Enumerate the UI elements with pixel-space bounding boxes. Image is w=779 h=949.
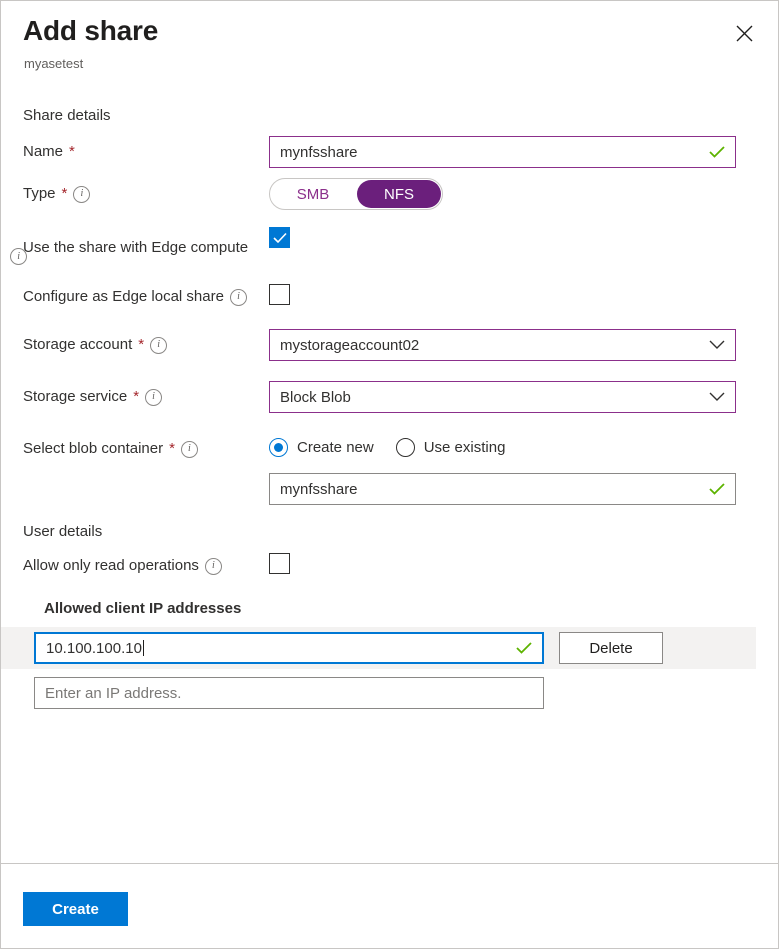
required-asterisk: * — [133, 390, 139, 404]
chevron-down-icon — [709, 340, 725, 350]
info-icon[interactable]: i — [10, 248, 27, 265]
label-blob-container: Select blob container * i — [1, 433, 269, 459]
required-asterisk: * — [62, 187, 68, 201]
checkmark-icon — [273, 232, 287, 244]
field-edge-compute — [269, 224, 778, 249]
row-edge-compute: Use the share with Edge compute i — [1, 224, 778, 265]
page-subtitle: myasetest — [24, 56, 83, 71]
valid-check-icon — [709, 482, 725, 496]
name-input-value: mynfsshare — [270, 144, 709, 161]
row-blob-container: Select blob container * i Create new Use… — [1, 433, 778, 465]
required-asterisk: * — [69, 145, 75, 159]
blob-container-name-value: mynfsshare — [270, 481, 709, 498]
info-icon[interactable]: i — [205, 558, 222, 575]
label-blob-container-name-spacer — [1, 473, 269, 479]
info-icon[interactable]: i — [150, 337, 167, 354]
row-edge-local: Configure as Edge local share i — [1, 281, 778, 313]
label-read-only-text: Allow only read operations — [23, 556, 199, 576]
footer-divider — [1, 863, 778, 864]
storage-account-dropdown[interactable]: mystorageaccount02 — [269, 329, 736, 361]
required-asterisk: * — [138, 338, 144, 352]
edge-compute-checkbox[interactable] — [269, 227, 290, 248]
label-type: Type * i — [1, 178, 269, 204]
field-blob-container-name: mynfsshare — [269, 473, 778, 505]
user-details-heading: User details — [23, 523, 778, 540]
chevron-down-icon — [709, 392, 725, 402]
type-option-smb[interactable]: SMB — [271, 180, 355, 208]
label-edge-compute: Use the share with Edge compute i — [1, 224, 269, 265]
label-storage-account: Storage account * i — [1, 329, 269, 355]
info-icon[interactable]: i — [145, 389, 162, 406]
info-icon[interactable]: i — [73, 186, 90, 203]
type-option-nfs[interactable]: NFS — [357, 180, 441, 208]
row-read-only: Allow only read operations i — [1, 550, 778, 582]
info-icon[interactable]: i — [181, 441, 198, 458]
field-name: mynfsshare — [269, 136, 778, 168]
radio-option-create-new[interactable]: Create new — [269, 438, 374, 457]
field-type: SMB NFS — [269, 178, 778, 210]
row-blob-container-name: mynfsshare — [1, 473, 778, 505]
ip-address-value: 10.100.100.10 — [36, 640, 516, 657]
field-storage-service: Block Blob — [269, 381, 778, 413]
ip-new-entry-row: Enter an IP address. — [1, 677, 778, 709]
field-edge-local — [269, 281, 778, 310]
field-read-only — [269, 550, 778, 579]
blob-container-radio-group: Create new Use existing — [269, 433, 778, 457]
label-read-only: Allow only read operations i — [1, 550, 269, 576]
close-icon — [736, 25, 753, 42]
label-edge-compute-text: Use the share with Edge compute — [23, 238, 248, 258]
add-share-form: Share details Name * mynfsshare — [1, 107, 778, 709]
storage-account-value: mystorageaccount02 — [270, 337, 709, 354]
row-storage-account: Storage account * i mystorageaccount02 — [1, 329, 778, 361]
label-storage-account-text: Storage account — [23, 335, 132, 355]
allowed-ip-block: Allowed client IP addresses 10.100.100.1… — [1, 600, 778, 709]
radio-option-use-existing[interactable]: Use existing — [396, 438, 506, 457]
name-input[interactable]: mynfsshare — [269, 136, 736, 168]
field-storage-account: mystorageaccount02 — [269, 329, 778, 361]
radio-create-new-label: Create new — [297, 439, 374, 456]
create-button[interactable]: Create — [23, 892, 128, 926]
storage-service-value: Block Blob — [270, 389, 709, 406]
add-share-panel: Add share myasetest Share details Name *… — [0, 0, 779, 949]
required-asterisk: * — [169, 442, 175, 456]
new-ip-address-input[interactable]: Enter an IP address. — [34, 677, 544, 709]
close-button[interactable] — [728, 17, 760, 49]
allowed-ip-heading: Allowed client IP addresses — [44, 600, 778, 617]
radio-create-new[interactable] — [269, 438, 288, 457]
label-edge-local: Configure as Edge local share i — [1, 281, 269, 307]
row-name: Name * mynfsshare — [1, 136, 778, 168]
label-blob-container-text: Select blob container — [23, 439, 163, 459]
delete-ip-button[interactable]: Delete — [559, 632, 663, 664]
row-type: Type * i SMB NFS — [1, 178, 778, 210]
type-toggle[interactable]: SMB NFS — [269, 178, 443, 210]
ip-address-input[interactable]: 10.100.100.10 — [34, 632, 544, 664]
read-only-checkbox[interactable] — [269, 553, 290, 574]
storage-service-dropdown[interactable]: Block Blob — [269, 381, 736, 413]
blob-container-name-input[interactable]: mynfsshare — [269, 473, 736, 505]
ip-entry-row: 10.100.100.10 Delete — [1, 627, 756, 669]
field-blob-container: Create new Use existing — [269, 433, 778, 457]
new-ip-placeholder: Enter an IP address. — [35, 685, 191, 702]
radio-use-existing-label: Use existing — [424, 439, 506, 456]
panel-header: Add share myasetest — [1, 1, 778, 93]
radio-use-existing[interactable] — [396, 438, 415, 457]
label-storage-service-text: Storage service — [23, 387, 127, 407]
page-title: Add share — [23, 15, 158, 47]
share-details-heading: Share details — [23, 107, 778, 124]
label-type-text: Type — [23, 184, 56, 204]
valid-check-icon — [709, 145, 725, 159]
text-caret — [143, 640, 144, 656]
edge-local-checkbox[interactable] — [269, 284, 290, 305]
label-name: Name * — [1, 136, 269, 162]
label-name-text: Name — [23, 142, 63, 162]
label-storage-service: Storage service * i — [1, 381, 269, 407]
label-edge-local-text: Configure as Edge local share — [23, 287, 224, 307]
valid-check-icon — [516, 641, 532, 655]
info-icon[interactable]: i — [230, 289, 247, 306]
row-storage-service: Storage service * i Block Blob — [1, 381, 778, 413]
